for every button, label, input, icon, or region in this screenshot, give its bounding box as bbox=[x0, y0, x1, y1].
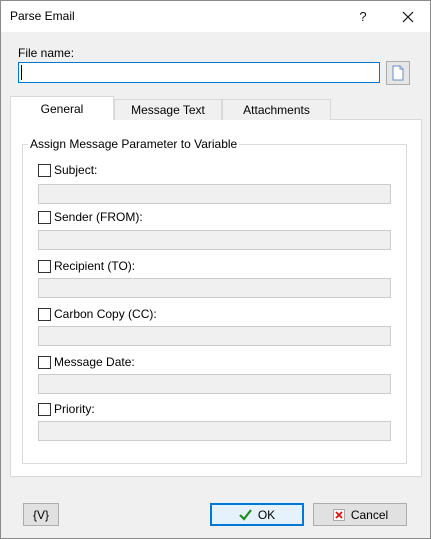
tab-message-text-label: Message Text bbox=[131, 103, 205, 117]
message-date-label: Message Date: bbox=[54, 355, 135, 369]
priority-variable-field[interactable] bbox=[38, 421, 391, 441]
close-icon bbox=[402, 11, 414, 22]
recipient-checkbox[interactable] bbox=[38, 260, 51, 273]
sender-variable-field[interactable] bbox=[38, 230, 391, 250]
message-date-variable-field[interactable] bbox=[38, 374, 391, 394]
tab-general-label: General bbox=[40, 101, 84, 116]
group-title: Assign Message Parameter to Variable bbox=[28, 137, 240, 151]
tab-attachments-label: Attachments bbox=[243, 103, 310, 117]
file-name-input[interactable] bbox=[18, 62, 380, 83]
cc-checkbox[interactable] bbox=[38, 308, 51, 321]
tab-attachments[interactable]: Attachments bbox=[222, 99, 331, 120]
subject-variable-field[interactable] bbox=[38, 184, 391, 204]
text-caret bbox=[21, 65, 22, 80]
tab-general[interactable]: General bbox=[10, 96, 114, 120]
cancel-label: Cancel bbox=[350, 507, 389, 522]
browse-file-button[interactable] bbox=[386, 61, 410, 85]
checkmark-icon bbox=[239, 508, 253, 522]
file-name-label: File name: bbox=[18, 46, 75, 60]
cc-variable-field[interactable] bbox=[38, 326, 391, 346]
help-button[interactable]: ? bbox=[341, 1, 385, 32]
priority-checkbox[interactable] bbox=[38, 403, 51, 416]
document-icon bbox=[392, 65, 404, 81]
sender-checkbox[interactable] bbox=[38, 211, 51, 224]
subject-checkbox[interactable] bbox=[38, 164, 51, 177]
close-button[interactable] bbox=[386, 1, 430, 32]
insert-variable-button[interactable]: {V} bbox=[23, 503, 59, 526]
x-icon bbox=[332, 508, 346, 522]
ok-button[interactable]: OK bbox=[210, 503, 304, 526]
subject-label: Subject: bbox=[54, 163, 98, 177]
priority-label: Priority: bbox=[54, 402, 95, 416]
message-date-checkbox[interactable] bbox=[38, 356, 51, 369]
cc-label: Carbon Copy (CC): bbox=[54, 307, 157, 321]
title-bar: Parse Email ? bbox=[1, 1, 430, 32]
cancel-button[interactable]: Cancel bbox=[313, 503, 407, 526]
tab-message-text[interactable]: Message Text bbox=[114, 99, 222, 120]
parse-email-dialog: Parse Email ? File name: General Message… bbox=[0, 0, 431, 539]
window-title: Parse Email bbox=[10, 9, 75, 23]
recipient-label: Recipient (TO): bbox=[54, 259, 136, 273]
ok-label: OK bbox=[257, 507, 276, 522]
variable-button-label: {V} bbox=[32, 507, 50, 522]
sender-label: Sender (FROM): bbox=[54, 210, 143, 224]
recipient-variable-field[interactable] bbox=[38, 278, 391, 298]
